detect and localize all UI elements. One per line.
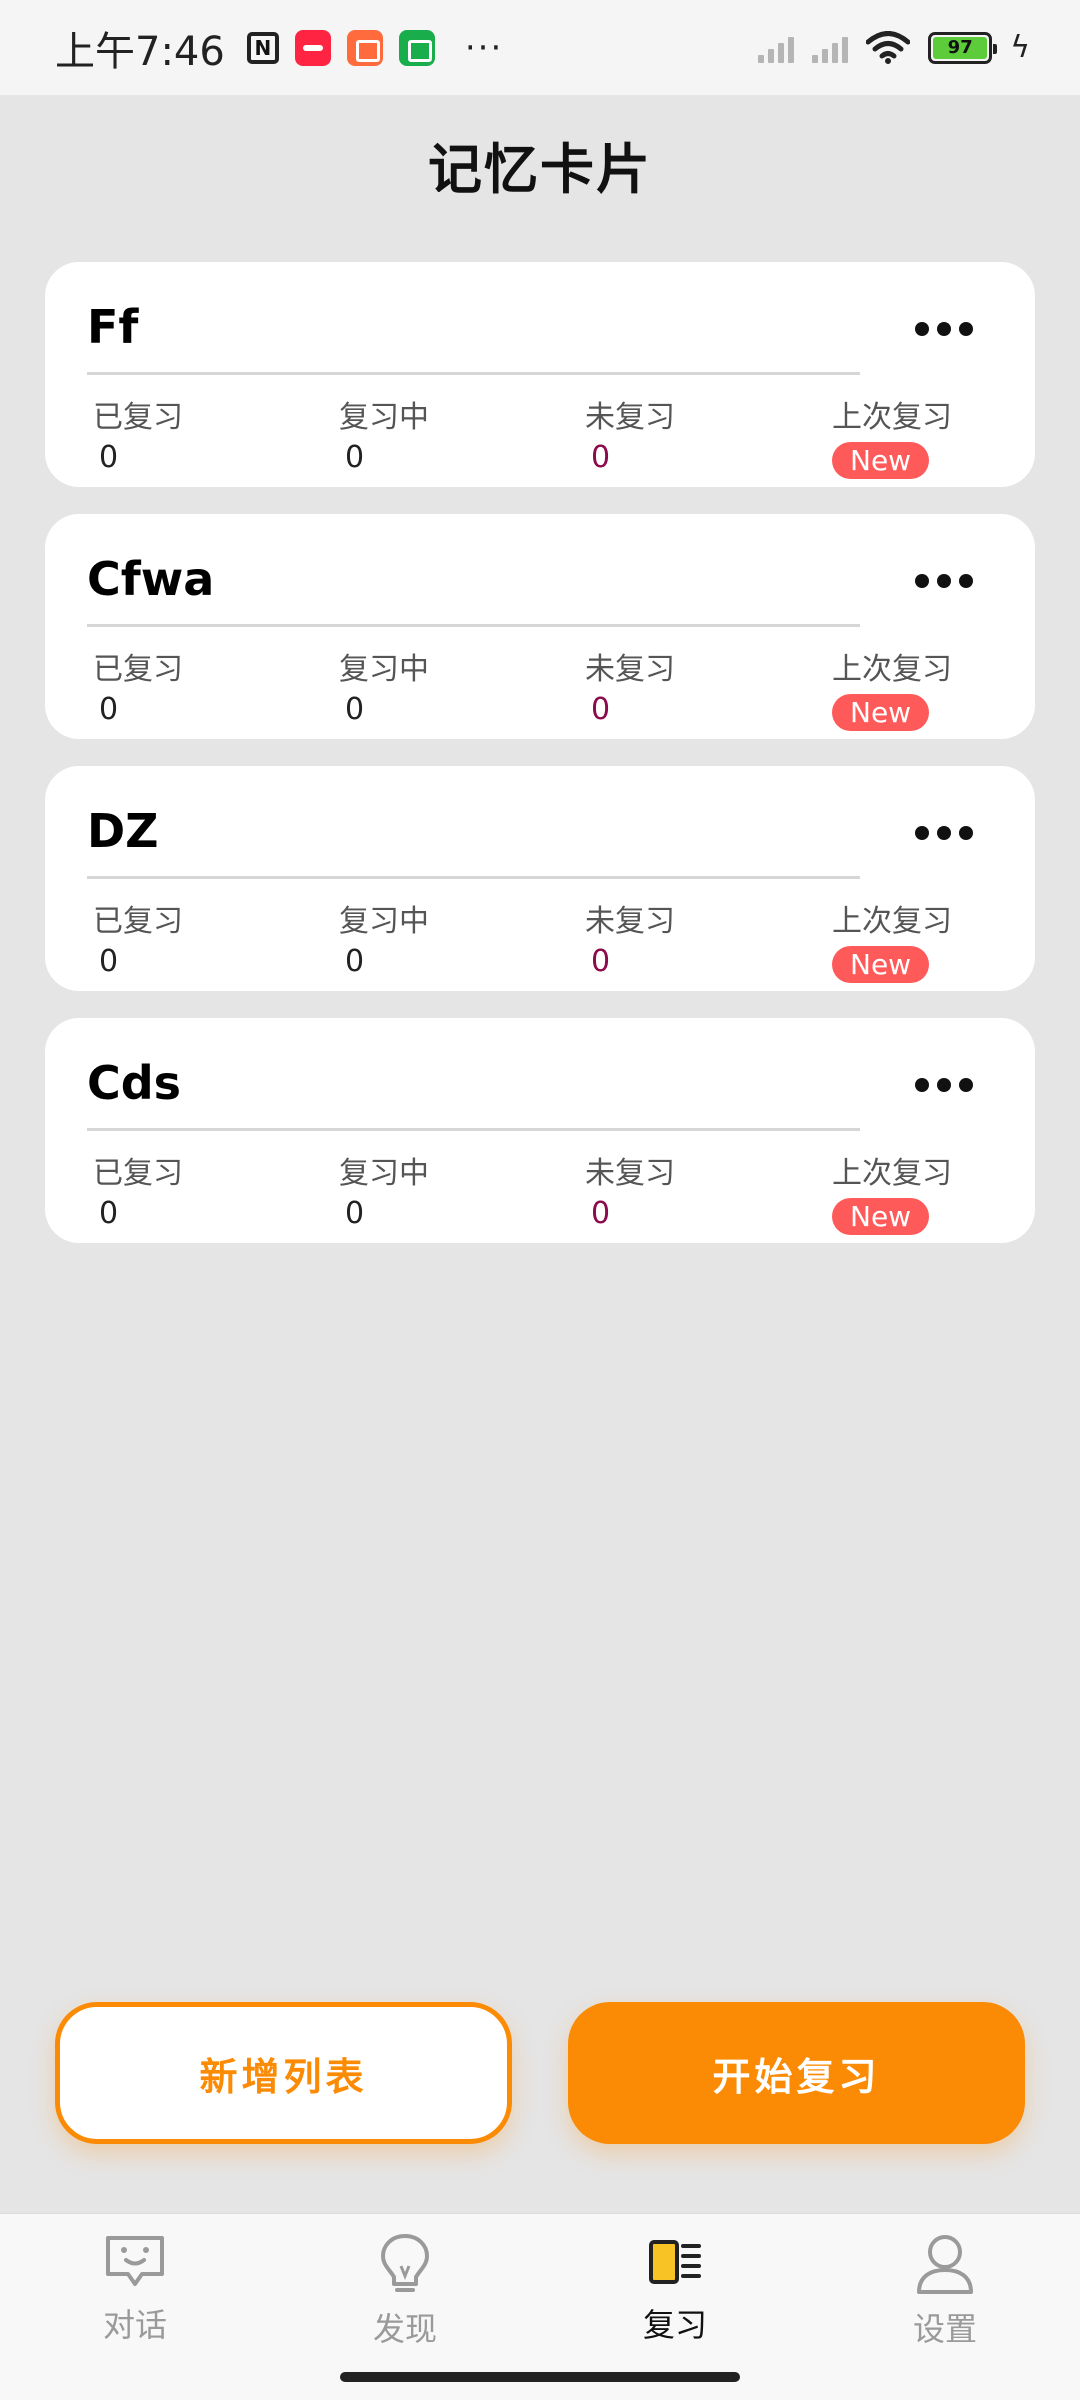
stat-last-review: 上次复习 New [832, 392, 952, 479]
stat-label: 未复习 [585, 400, 675, 435]
card-divider [87, 1128, 860, 1131]
stat-reviewing: 复习中 0 [339, 896, 429, 979]
add-list-button[interactable]: 新增列表 [55, 2002, 512, 2144]
deck-title: Cds [87, 1056, 182, 1110]
home-indicator[interactable] [340, 2372, 740, 2382]
new-badge: New [832, 442, 930, 479]
stat-label: 复习中 [339, 652, 429, 687]
stat-label: 已复习 [93, 904, 183, 939]
stat-value: 0 [591, 944, 611, 979]
card-divider [87, 624, 860, 627]
new-badge: New [832, 946, 930, 983]
stat-reviewing: 复习中 0 [339, 644, 429, 727]
stat-unreviewed: 未复习 0 [585, 392, 675, 475]
deck-title: Ff [87, 300, 139, 354]
tab-label: 发现 [372, 2310, 437, 2348]
battery-icon: 97 [928, 31, 998, 64]
tab-discover[interactable]: 发现 [325, 2232, 485, 2350]
lightbulb-icon [381, 2234, 429, 2292]
stat-label: 已复习 [93, 400, 183, 435]
user-icon [917, 2235, 973, 2294]
stat-label: 复习中 [339, 400, 429, 435]
tab-settings[interactable]: 设置 [865, 2232, 1025, 2350]
stat-label: 上次复习 [832, 904, 952, 939]
more-options-icon[interactable] [915, 574, 973, 588]
deck-title: Cfwa [87, 552, 215, 606]
stat-value: 0 [345, 944, 365, 979]
stat-value: 0 [99, 692, 119, 727]
stat-unreviewed: 未复习 0 [585, 644, 675, 727]
battery-level: 97 [933, 36, 988, 59]
stat-value: 0 [591, 692, 611, 727]
stat-label: 未复习 [585, 904, 675, 939]
stat-label: 已复习 [93, 1156, 183, 1191]
green-app-icon [398, 29, 435, 66]
more-options-icon[interactable] [915, 322, 973, 336]
stat-value: 0 [345, 1196, 365, 1231]
stat-value: 0 [591, 440, 611, 475]
stat-reviewed: 已复习 0 [93, 1148, 183, 1231]
stat-unreviewed: 未复习 0 [585, 896, 675, 979]
deck-card[interactable]: DZ 已复习 0 复习中 0 未复习 0 上次复习 New [45, 766, 1035, 991]
stat-value: 0 [99, 440, 119, 475]
stat-label: 已复习 [93, 652, 183, 687]
stat-reviewing: 复习中 0 [339, 392, 429, 475]
more-options-icon[interactable] [915, 826, 973, 840]
deck-card[interactable]: Cds 已复习 0 复习中 0 未复习 0 上次复习 New [45, 1018, 1035, 1243]
stat-label: 未复习 [585, 1156, 675, 1191]
orange-app-icon [346, 29, 383, 66]
status-bar: 上午7:46 N ··· 97 ϟ [0, 0, 1080, 95]
tab-label: 设置 [912, 2310, 977, 2348]
deck-card[interactable]: Cfwa 已复习 0 复习中 0 未复习 0 上次复习 New [45, 514, 1035, 739]
status-time: 上午7:46 [55, 28, 225, 75]
chat-icon [106, 2236, 164, 2286]
stat-reviewing: 复习中 0 [339, 1148, 429, 1231]
xiaohongshu-app-icon [294, 29, 331, 66]
new-badge: New [832, 694, 930, 731]
stat-value: 0 [345, 440, 365, 475]
stat-label: 上次复习 [832, 652, 952, 687]
more-options-icon[interactable] [915, 1078, 973, 1092]
stat-label: 上次复习 [832, 400, 952, 435]
tab-chat[interactable]: 对话 [55, 2232, 215, 2346]
stat-value: 0 [99, 1196, 119, 1231]
review-card-icon [649, 2240, 701, 2284]
stat-label: 上次复习 [832, 1156, 952, 1191]
stat-label: 复习中 [339, 1156, 429, 1191]
stat-reviewed: 已复习 0 [93, 644, 183, 727]
start-review-button[interactable]: 开始复习 [568, 2002, 1025, 2144]
stat-value: 0 [345, 692, 365, 727]
stat-last-review: 上次复习 New [832, 644, 952, 731]
stat-value: 0 [99, 944, 119, 979]
card-divider [87, 372, 860, 375]
signal-icon [812, 33, 849, 63]
stat-label: 复习中 [339, 904, 429, 939]
card-divider [87, 876, 860, 879]
stat-reviewed: 已复习 0 [93, 392, 183, 475]
stat-label: 未复习 [585, 652, 675, 687]
tab-label: 对话 [102, 2306, 167, 2344]
page-title: 记忆卡片 [428, 138, 652, 201]
signal-icon [758, 33, 795, 63]
stat-unreviewed: 未复习 0 [585, 1148, 675, 1231]
more-dots-icon: ··· [464, 27, 504, 68]
tab-label: 复习 [642, 2306, 707, 2344]
nfc-icon: N [246, 31, 279, 64]
stat-last-review: 上次复习 New [832, 896, 952, 983]
deck-title: DZ [87, 804, 159, 858]
new-badge: New [832, 1198, 930, 1235]
stat-reviewed: 已复习 0 [93, 896, 183, 979]
stat-last-review: 上次复习 New [832, 1148, 952, 1235]
wifi-icon [866, 30, 911, 64]
stat-value: 0 [591, 1196, 611, 1231]
deck-card[interactable]: Ff 已复习 0 复习中 0 未复习 0 上次复习 New [45, 262, 1035, 487]
tab-review[interactable]: 复习 [595, 2232, 755, 2346]
charging-icon: ϟ [1010, 30, 1030, 65]
